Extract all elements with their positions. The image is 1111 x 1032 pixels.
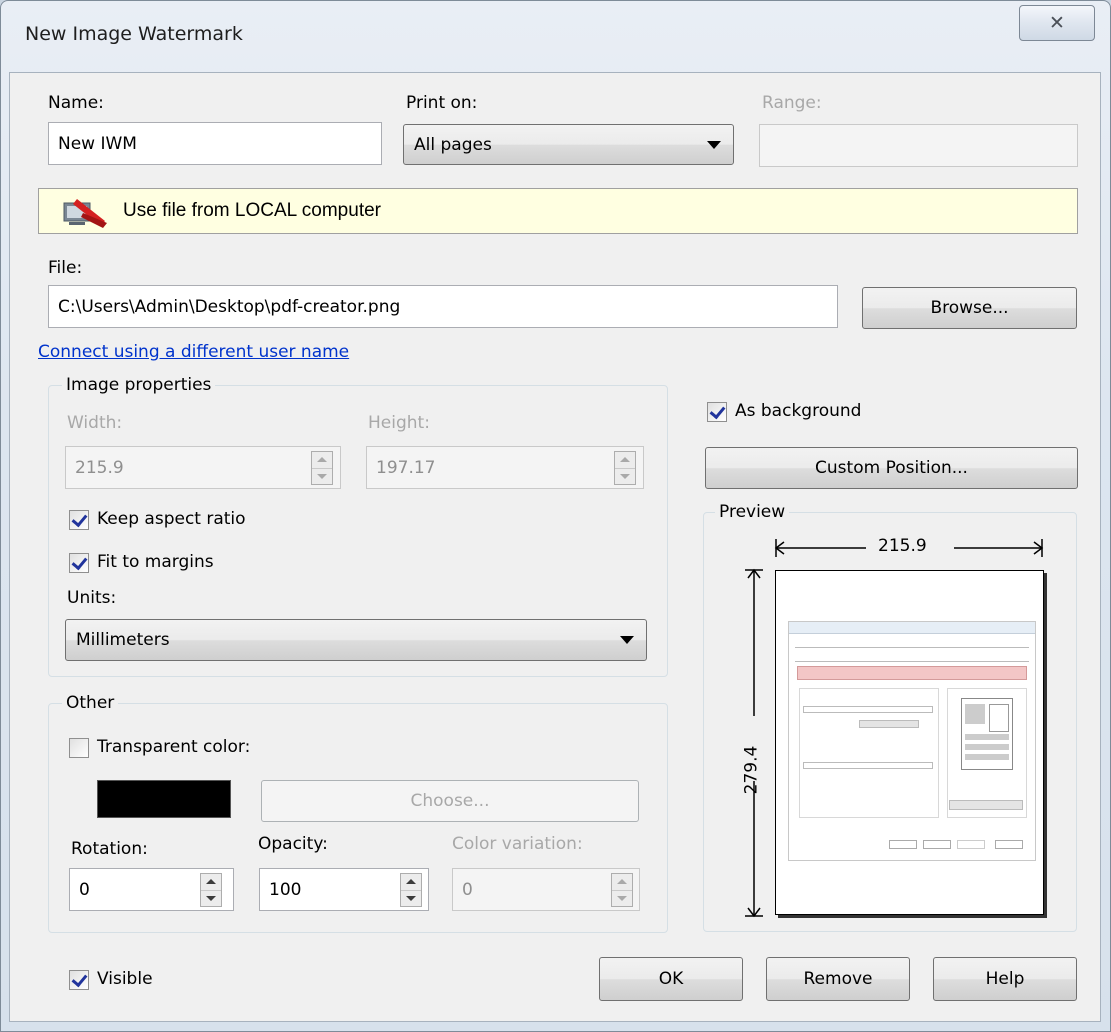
dialog-title: New Image Watermark bbox=[25, 23, 243, 45]
close-button[interactable]: ✕ bbox=[1019, 5, 1095, 41]
title-bar: New Image Watermark ✕ bbox=[1, 1, 1110, 73]
spin-up-icon[interactable] bbox=[401, 874, 421, 891]
print-on-value: All pages bbox=[414, 134, 492, 155]
name-label: Name: bbox=[48, 93, 104, 113]
rotation-spinner[interactable] bbox=[200, 873, 222, 907]
chevron-down-icon bbox=[707, 140, 721, 149]
preview-width-value: 215.9 bbox=[878, 536, 927, 556]
transparent-color-label: Transparent color: bbox=[97, 737, 251, 757]
name-value: New IWM bbox=[58, 133, 137, 154]
color-swatch bbox=[97, 780, 231, 818]
opacity-spinner[interactable] bbox=[400, 873, 422, 907]
visible-label: Visible bbox=[97, 969, 153, 989]
help-button[interactable]: Help bbox=[933, 957, 1077, 1001]
close-icon: ✕ bbox=[1049, 12, 1065, 34]
preview-height-value: 279.4 bbox=[741, 745, 762, 795]
spin-down-icon[interactable] bbox=[401, 891, 421, 907]
height-label: Height: bbox=[368, 413, 430, 433]
choose-color-button[interactable]: Choose... bbox=[261, 780, 639, 822]
as-background-label: As background bbox=[735, 401, 862, 421]
width-spinner[interactable] bbox=[311, 451, 333, 485]
file-source-banner[interactable]: Use file from LOCAL computer bbox=[38, 188, 1078, 234]
fit-to-margins-label: Fit to margins bbox=[97, 552, 214, 572]
spin-up-icon[interactable] bbox=[312, 452, 332, 469]
visible-checkbox[interactable] bbox=[69, 970, 89, 990]
rotation-label: Rotation: bbox=[71, 839, 148, 859]
spin-up-icon[interactable] bbox=[201, 874, 221, 891]
preview-page bbox=[775, 570, 1044, 915]
file-path-input[interactable]: C:\Users\Admin\Desktop\pdf-creator.png bbox=[48, 285, 838, 328]
keep-aspect-ratio-label: Keep aspect ratio bbox=[97, 509, 246, 529]
width-input[interactable]: 215.9 bbox=[65, 446, 341, 489]
remove-button[interactable]: Remove bbox=[766, 957, 910, 1001]
keep-aspect-ratio-checkbox[interactable] bbox=[69, 510, 89, 530]
ok-button[interactable]: OK bbox=[599, 957, 743, 1001]
image-properties-title: Image properties bbox=[62, 375, 216, 395]
opacity-label: Opacity: bbox=[258, 834, 328, 854]
range-label: Range: bbox=[762, 93, 822, 113]
browse-button[interactable]: Browse... bbox=[862, 287, 1077, 329]
file-path-value: C:\Users\Admin\Desktop\pdf-creator.png bbox=[58, 296, 401, 317]
preview-height-dimension bbox=[745, 568, 763, 918]
rotation-value: 0 bbox=[79, 879, 90, 900]
name-input[interactable]: New IWM bbox=[48, 122, 382, 165]
units-label: Units: bbox=[67, 588, 117, 608]
height-input[interactable]: 197.17 bbox=[366, 446, 644, 489]
connect-different-user-link[interactable]: Connect using a different user name bbox=[38, 342, 349, 362]
as-background-checkbox[interactable] bbox=[707, 402, 727, 422]
spin-down-icon[interactable] bbox=[615, 469, 635, 485]
color-variation-spinner[interactable] bbox=[611, 873, 633, 907]
computer-icon bbox=[63, 199, 107, 228]
transparent-color-checkbox[interactable] bbox=[69, 738, 89, 758]
print-on-select[interactable]: All pages bbox=[403, 124, 734, 165]
fit-to-margins-checkbox[interactable] bbox=[69, 553, 89, 573]
width-value: 215.9 bbox=[75, 457, 124, 478]
spin-down-icon[interactable] bbox=[201, 891, 221, 907]
chevron-down-icon bbox=[620, 636, 634, 644]
width-label: Width: bbox=[67, 413, 123, 433]
units-value: Millimeters bbox=[76, 630, 170, 650]
units-select[interactable]: Millimeters bbox=[65, 619, 647, 661]
preview-watermark-image bbox=[788, 621, 1036, 861]
spin-down-icon[interactable] bbox=[312, 469, 332, 485]
file-label: File: bbox=[48, 258, 83, 278]
spin-up-icon[interactable] bbox=[612, 874, 632, 891]
spin-down-icon[interactable] bbox=[612, 891, 632, 907]
banner-text: Use file from LOCAL computer bbox=[123, 200, 381, 221]
height-spinner[interactable] bbox=[614, 451, 636, 485]
color-variation-value: 0 bbox=[462, 879, 473, 900]
custom-position-button[interactable]: Custom Position... bbox=[705, 447, 1078, 489]
preview-title: Preview bbox=[715, 502, 790, 522]
color-variation-label: Color variation: bbox=[452, 834, 583, 854]
range-input[interactable] bbox=[759, 124, 1078, 167]
print-on-label: Print on: bbox=[406, 93, 478, 113]
other-title: Other bbox=[62, 693, 119, 713]
opacity-value: 100 bbox=[269, 879, 302, 900]
spin-up-icon[interactable] bbox=[615, 452, 635, 469]
height-value: 197.17 bbox=[376, 457, 436, 478]
